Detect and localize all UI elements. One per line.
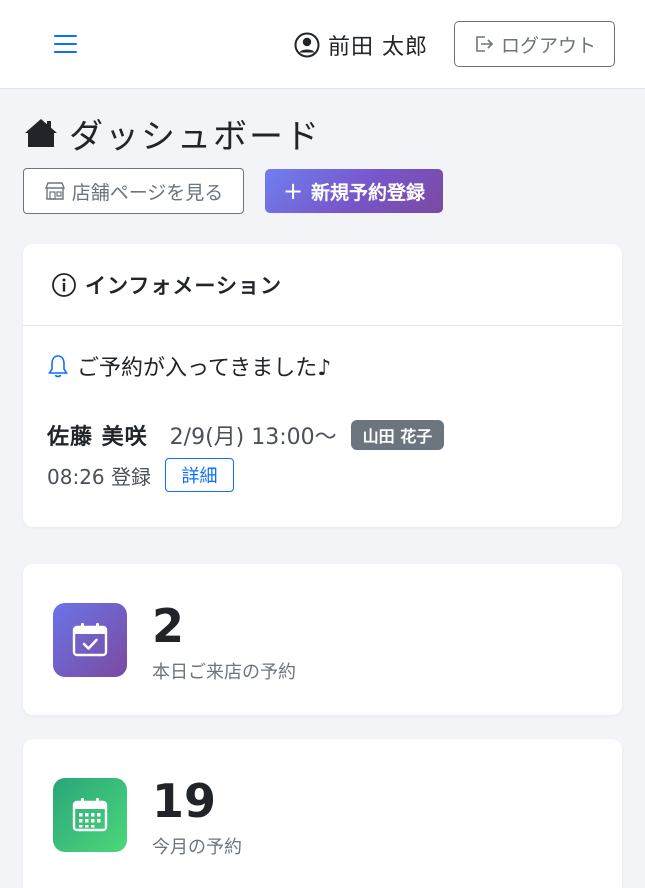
calendar-check-icon bbox=[72, 623, 108, 657]
logout-button[interactable]: ログアウト bbox=[454, 21, 615, 67]
top-navbar: 前田 太郎 ログアウト bbox=[0, 0, 645, 89]
hamburger-menu-icon[interactable] bbox=[54, 33, 78, 55]
user-circle-icon bbox=[294, 32, 320, 58]
stat-value-month: 19 bbox=[152, 774, 217, 828]
page-title-text: ダッシュボード bbox=[69, 116, 321, 157]
store-page-button[interactable]: 店舗ページを見る bbox=[23, 168, 244, 214]
staff-badge: 山田 花子 bbox=[350, 420, 445, 450]
stat-card-today[interactable]: 2 本日ご来店の予約 bbox=[23, 564, 622, 715]
customer-name: 佐藤 美咲 bbox=[47, 425, 148, 450]
page-title: ダッシュボード bbox=[23, 112, 321, 157]
reservation-item: 佐藤 美咲 2/9(月) 13:00〜 山田 花子 bbox=[47, 420, 445, 450]
information-header: インフォメーション bbox=[23, 244, 622, 326]
stat-icon-today bbox=[53, 603, 127, 677]
bell-icon bbox=[48, 355, 68, 378]
notice-message: ご予約が入ってきました♪ bbox=[47, 350, 331, 382]
stat-icon-month bbox=[53, 778, 127, 852]
information-title: インフォメーション bbox=[85, 273, 282, 298]
registered-time: 08:26 登録 bbox=[47, 464, 151, 489]
new-reservation-label: 新規予約登録 bbox=[311, 181, 426, 204]
info-circle-icon bbox=[52, 272, 76, 297]
store-page-label: 店舗ページを見る bbox=[71, 181, 224, 204]
home-icon bbox=[25, 119, 57, 147]
reservation-datetime: 2/9(月) 13:00〜 bbox=[169, 425, 337, 450]
reservation-meta: 08:26 登録 詳細 bbox=[47, 458, 234, 492]
store-icon bbox=[44, 182, 65, 200]
information-card: インフォメーション ご予約が入ってきました♪ 佐藤 美咲 2/9(月) 13:0… bbox=[23, 244, 622, 527]
logout-label: ログアウト bbox=[500, 34, 596, 57]
notice-text: ご予約が入ってきました♪ bbox=[77, 356, 332, 381]
plus-icon: + bbox=[282, 177, 304, 205]
user-menu[interactable]: 前田 太郎 bbox=[294, 30, 428, 60]
user-name: 前田 太郎 bbox=[328, 35, 428, 60]
stat-card-month[interactable]: 19 今月の予約 bbox=[23, 739, 622, 888]
stat-label-month: 今月の予約 bbox=[152, 837, 242, 858]
logout-icon bbox=[476, 36, 494, 52]
stat-value-today: 2 bbox=[152, 599, 185, 653]
new-reservation-button[interactable]: + 新規予約登録 bbox=[265, 169, 443, 213]
detail-button[interactable]: 詳細 bbox=[165, 458, 234, 492]
stat-label-today: 本日ご来店の予約 bbox=[152, 662, 296, 683]
calendar-grid-icon bbox=[72, 798, 108, 832]
